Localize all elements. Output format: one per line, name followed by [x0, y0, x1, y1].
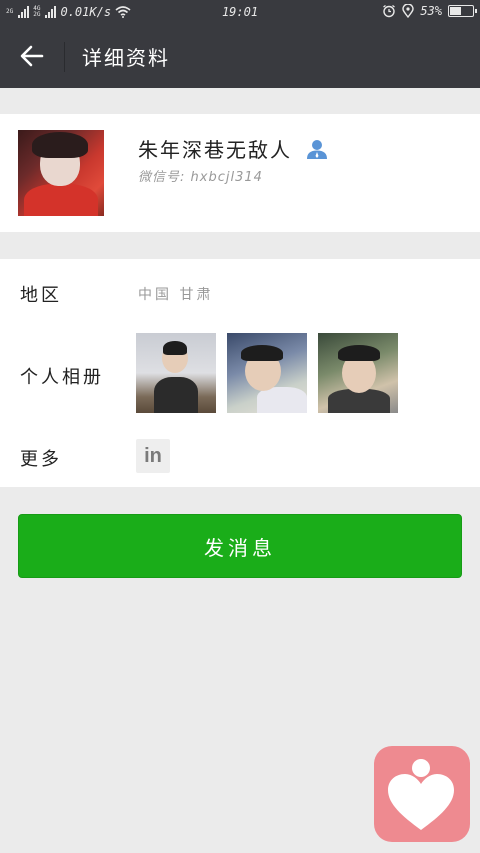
profile-card: 朱年深巷无敌人 微信号: hxbcjl314 [0, 114, 480, 232]
album-photo[interactable] [318, 333, 398, 413]
location-icon [402, 4, 415, 18]
title-divider [64, 42, 65, 72]
region-value: 中国 甘肃 [138, 287, 214, 303]
wechat-id: 微信号: hxbcjl314 [138, 170, 263, 185]
arrow-left-icon [20, 45, 44, 67]
page-title: 详细资料 [82, 46, 170, 70]
alarm-icon [383, 4, 396, 18]
info-card: 地区 中国 甘肃 个人相册 更多 in [0, 259, 480, 487]
more-label: 更多 [20, 449, 62, 470]
send-message-button[interactable]: 发消息 [18, 514, 462, 578]
album-photo[interactable] [136, 333, 216, 413]
album-photo[interactable] [227, 333, 307, 413]
avatar-hair [32, 132, 88, 158]
contact-person-icon [307, 140, 327, 159]
linkedin-icon[interactable]: in [136, 439, 170, 473]
heart-person-icon [388, 759, 454, 830]
avatar[interactable] [18, 130, 104, 216]
battery-percent: 53% [420, 4, 442, 18]
avatar-body [24, 184, 98, 216]
status-bar: 2G 4G 2G 0.01K/s 19:01 53% [0, 0, 480, 24]
album-label: 个人相册 [20, 367, 104, 388]
battery-icon [448, 5, 477, 17]
nickname: 朱年深巷无敌人 [138, 138, 292, 162]
battery-level [450, 7, 462, 15]
status-right: 53% [382, 4, 477, 18]
back-button[interactable] [10, 36, 54, 76]
floating-app-button[interactable] [374, 746, 470, 842]
region-label: 地区 [20, 285, 62, 306]
title-bar: 详细资料 [0, 24, 480, 88]
